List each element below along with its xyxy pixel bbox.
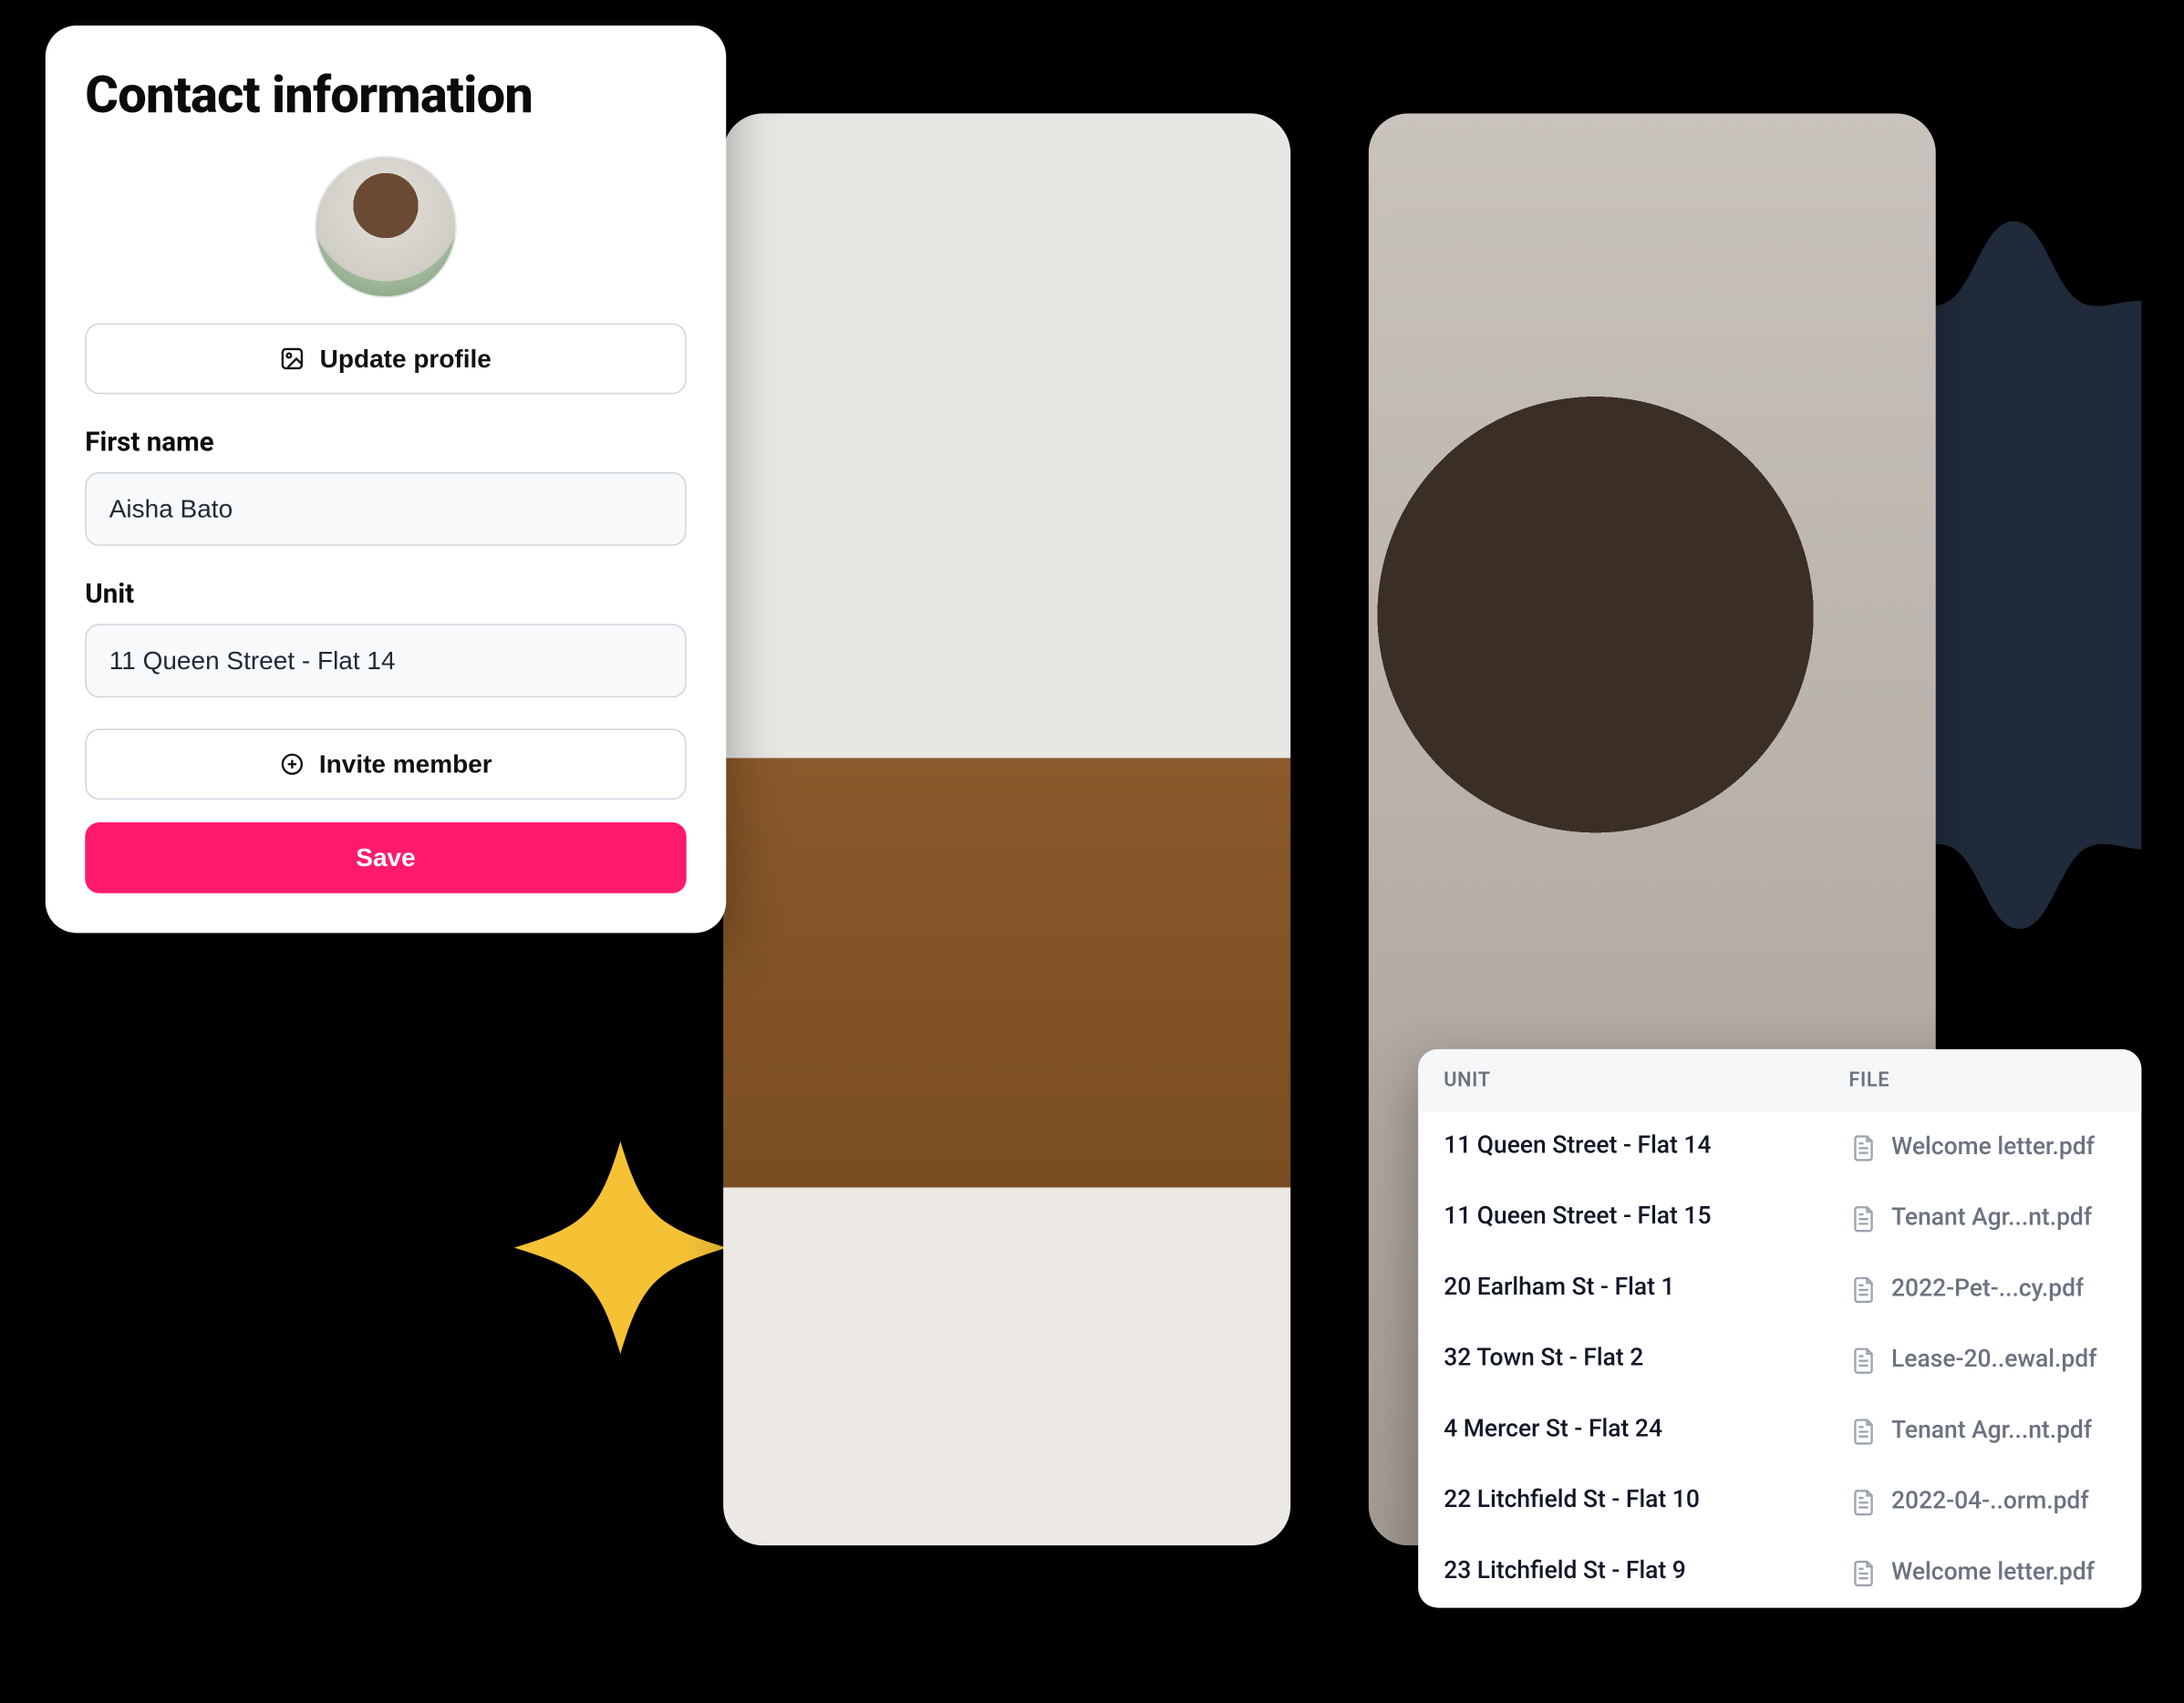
image-icon <box>280 346 305 371</box>
card-title: Contact information <box>85 66 686 125</box>
invite-member-label: Invite member <box>319 749 492 779</box>
table-row[interactable]: 32 Town St - Flat 2Lease-20..ewal.pdf <box>1418 1325 2141 1396</box>
table-row[interactable]: 22 Litchfield St - Flat 102022-04-..orm.… <box>1418 1466 2141 1537</box>
invite-member-button[interactable]: Invite member <box>85 728 686 800</box>
first-name-field[interactable] <box>85 472 686 546</box>
update-profile-button[interactable]: Update profile <box>85 324 686 395</box>
pdf-file-icon <box>1848 1274 1877 1305</box>
table-row[interactable]: 20 Earlham St - Flat 12022-Pet-...cy.pdf <box>1418 1254 2141 1325</box>
table-row[interactable]: 4 Mercer St - Flat 24Tenant Agr...nt.pdf <box>1418 1395 2141 1466</box>
row-unit: 20 Earlham St - Flat 1 <box>1418 1254 1823 1325</box>
pdf-file-icon <box>1848 1202 1877 1233</box>
row-unit: 11 Queen Street - Flat 15 <box>1418 1182 1823 1254</box>
header-file: FILE <box>1823 1049 2141 1111</box>
save-label: Save <box>356 843 415 873</box>
unit-field[interactable] <box>85 624 686 697</box>
row-unit: 22 Litchfield St - Flat 10 <box>1418 1466 1823 1537</box>
files-table-header: UNIT FILE <box>1418 1049 2141 1111</box>
row-unit: 32 Town St - Flat 2 <box>1418 1325 1823 1396</box>
plus-circle-icon <box>279 751 305 777</box>
row-file: Welcome letter.pdf <box>1823 1537 2141 1608</box>
update-profile-label: Update profile <box>320 344 492 374</box>
first-name-label: First name <box>85 426 686 459</box>
row-file: Welcome letter.pdf <box>1823 1111 2141 1182</box>
lifestyle-photo-left <box>723 113 1290 1545</box>
table-row[interactable]: 11 Queen Street - Flat 14Welcome letter.… <box>1418 1111 2141 1182</box>
pdf-file-icon <box>1848 1344 1877 1375</box>
files-table-card: UNIT FILE 11 Queen Street - Flat 14Welco… <box>1418 1049 2141 1608</box>
table-row[interactable]: 11 Queen Street - Flat 15Tenant Agr...nt… <box>1418 1182 2141 1254</box>
header-unit: UNIT <box>1418 1049 1823 1111</box>
pdf-file-icon <box>1848 1131 1877 1162</box>
contact-information-card: Contact information Update profile First… <box>46 26 726 933</box>
row-file: 2022-04-..orm.pdf <box>1823 1466 2141 1537</box>
avatar <box>315 156 457 298</box>
row-file: Lease-20..ewal.pdf <box>1823 1325 2141 1396</box>
unit-label: Unit <box>85 577 686 610</box>
row-unit: 23 Litchfield St - Flat 9 <box>1418 1537 1823 1608</box>
pdf-file-icon <box>1848 1415 1877 1446</box>
pdf-file-icon <box>1848 1557 1877 1588</box>
row-file: 2022-Pet-...cy.pdf <box>1823 1254 2141 1325</box>
save-button[interactable]: Save <box>85 822 686 893</box>
row-file: Tenant Agr...nt.pdf <box>1823 1182 2141 1254</box>
pdf-file-icon <box>1848 1486 1877 1517</box>
table-row[interactable]: 23 Litchfield St - Flat 9Welcome letter.… <box>1418 1537 2141 1608</box>
decorative-star-blob <box>426 1092 738 1404</box>
row-unit: 11 Queen Street - Flat 14 <box>1418 1111 1823 1182</box>
row-file: Tenant Agr...nt.pdf <box>1823 1395 2141 1466</box>
row-unit: 4 Mercer St - Flat 24 <box>1418 1395 1823 1466</box>
